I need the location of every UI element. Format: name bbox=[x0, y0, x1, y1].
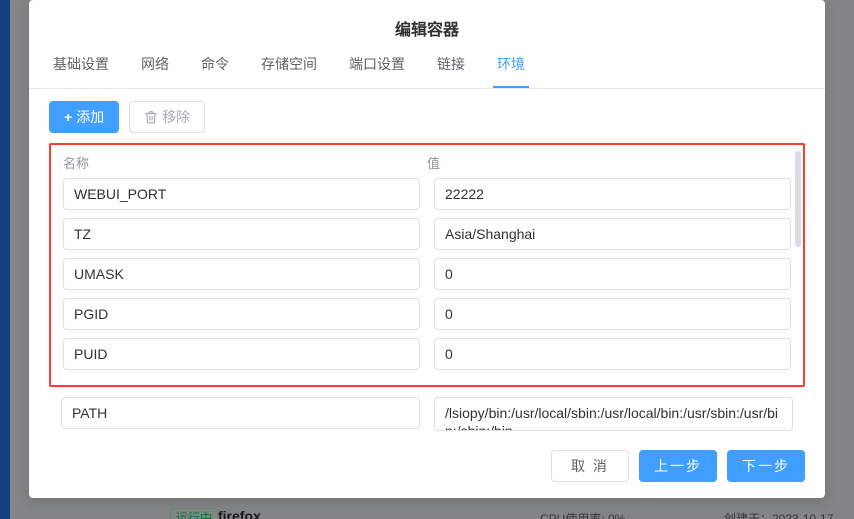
dialog-footer: 取 消 上一步 下一步 bbox=[29, 436, 825, 498]
tab-port[interactable]: 端口设置 bbox=[345, 54, 409, 88]
header-value: 值 bbox=[427, 153, 791, 172]
env-name-input[interactable] bbox=[63, 258, 420, 290]
table-row bbox=[63, 338, 791, 370]
env-table-header: 名称 值 bbox=[51, 145, 803, 178]
env-name-input[interactable] bbox=[63, 178, 420, 210]
env-rows bbox=[51, 178, 803, 370]
tab-storage[interactable]: 存储空间 bbox=[257, 54, 321, 88]
table-row bbox=[63, 258, 791, 290]
header-name: 名称 bbox=[63, 153, 427, 172]
remove-button-label: 移除 bbox=[162, 102, 190, 132]
env-value-input[interactable] bbox=[434, 338, 791, 370]
tab-environment[interactable]: 环境 bbox=[493, 54, 529, 88]
table-row bbox=[63, 298, 791, 330]
env-value-input[interactable] bbox=[434, 397, 793, 431]
env-name-input[interactable] bbox=[61, 397, 420, 429]
tab-command[interactable]: 命令 bbox=[197, 54, 233, 88]
table-row bbox=[49, 397, 805, 431]
add-button-label: 添加 bbox=[76, 102, 104, 132]
dialog-title: 编辑容器 bbox=[29, 0, 825, 54]
trash-icon bbox=[144, 110, 158, 124]
env-value-input[interactable] bbox=[434, 218, 791, 250]
env-name-input[interactable] bbox=[63, 298, 420, 330]
plus-icon: + bbox=[64, 110, 72, 124]
tab-network[interactable]: 网络 bbox=[137, 54, 173, 88]
dialog-tabs: 基础设置 网络 命令 存储空间 端口设置 链接 环境 bbox=[29, 54, 825, 89]
env-toolbar: + 添加 移除 bbox=[29, 89, 825, 143]
cancel-button[interactable]: 取 消 bbox=[551, 450, 629, 482]
remove-button[interactable]: 移除 bbox=[129, 101, 205, 133]
table-row bbox=[63, 218, 791, 250]
table-row bbox=[63, 178, 791, 210]
env-value-input[interactable] bbox=[434, 298, 791, 330]
env-table-highlight: 名称 值 bbox=[49, 143, 805, 387]
edit-container-dialog: 编辑容器 基础设置 网络 命令 存储空间 端口设置 链接 环境 + 添加 移除 … bbox=[29, 0, 825, 498]
env-value-input[interactable] bbox=[434, 178, 791, 210]
env-name-input[interactable] bbox=[63, 338, 420, 370]
env-value-input[interactable] bbox=[434, 258, 791, 290]
tab-basic[interactable]: 基础设置 bbox=[49, 54, 113, 88]
env-name-input[interactable] bbox=[63, 218, 420, 250]
tab-link[interactable]: 链接 bbox=[433, 54, 469, 88]
add-button[interactable]: + 添加 bbox=[49, 101, 119, 133]
next-step-button[interactable]: 下一步 bbox=[727, 450, 805, 482]
prev-step-button[interactable]: 上一步 bbox=[639, 450, 717, 482]
scrollbar-thumb[interactable] bbox=[795, 151, 801, 247]
